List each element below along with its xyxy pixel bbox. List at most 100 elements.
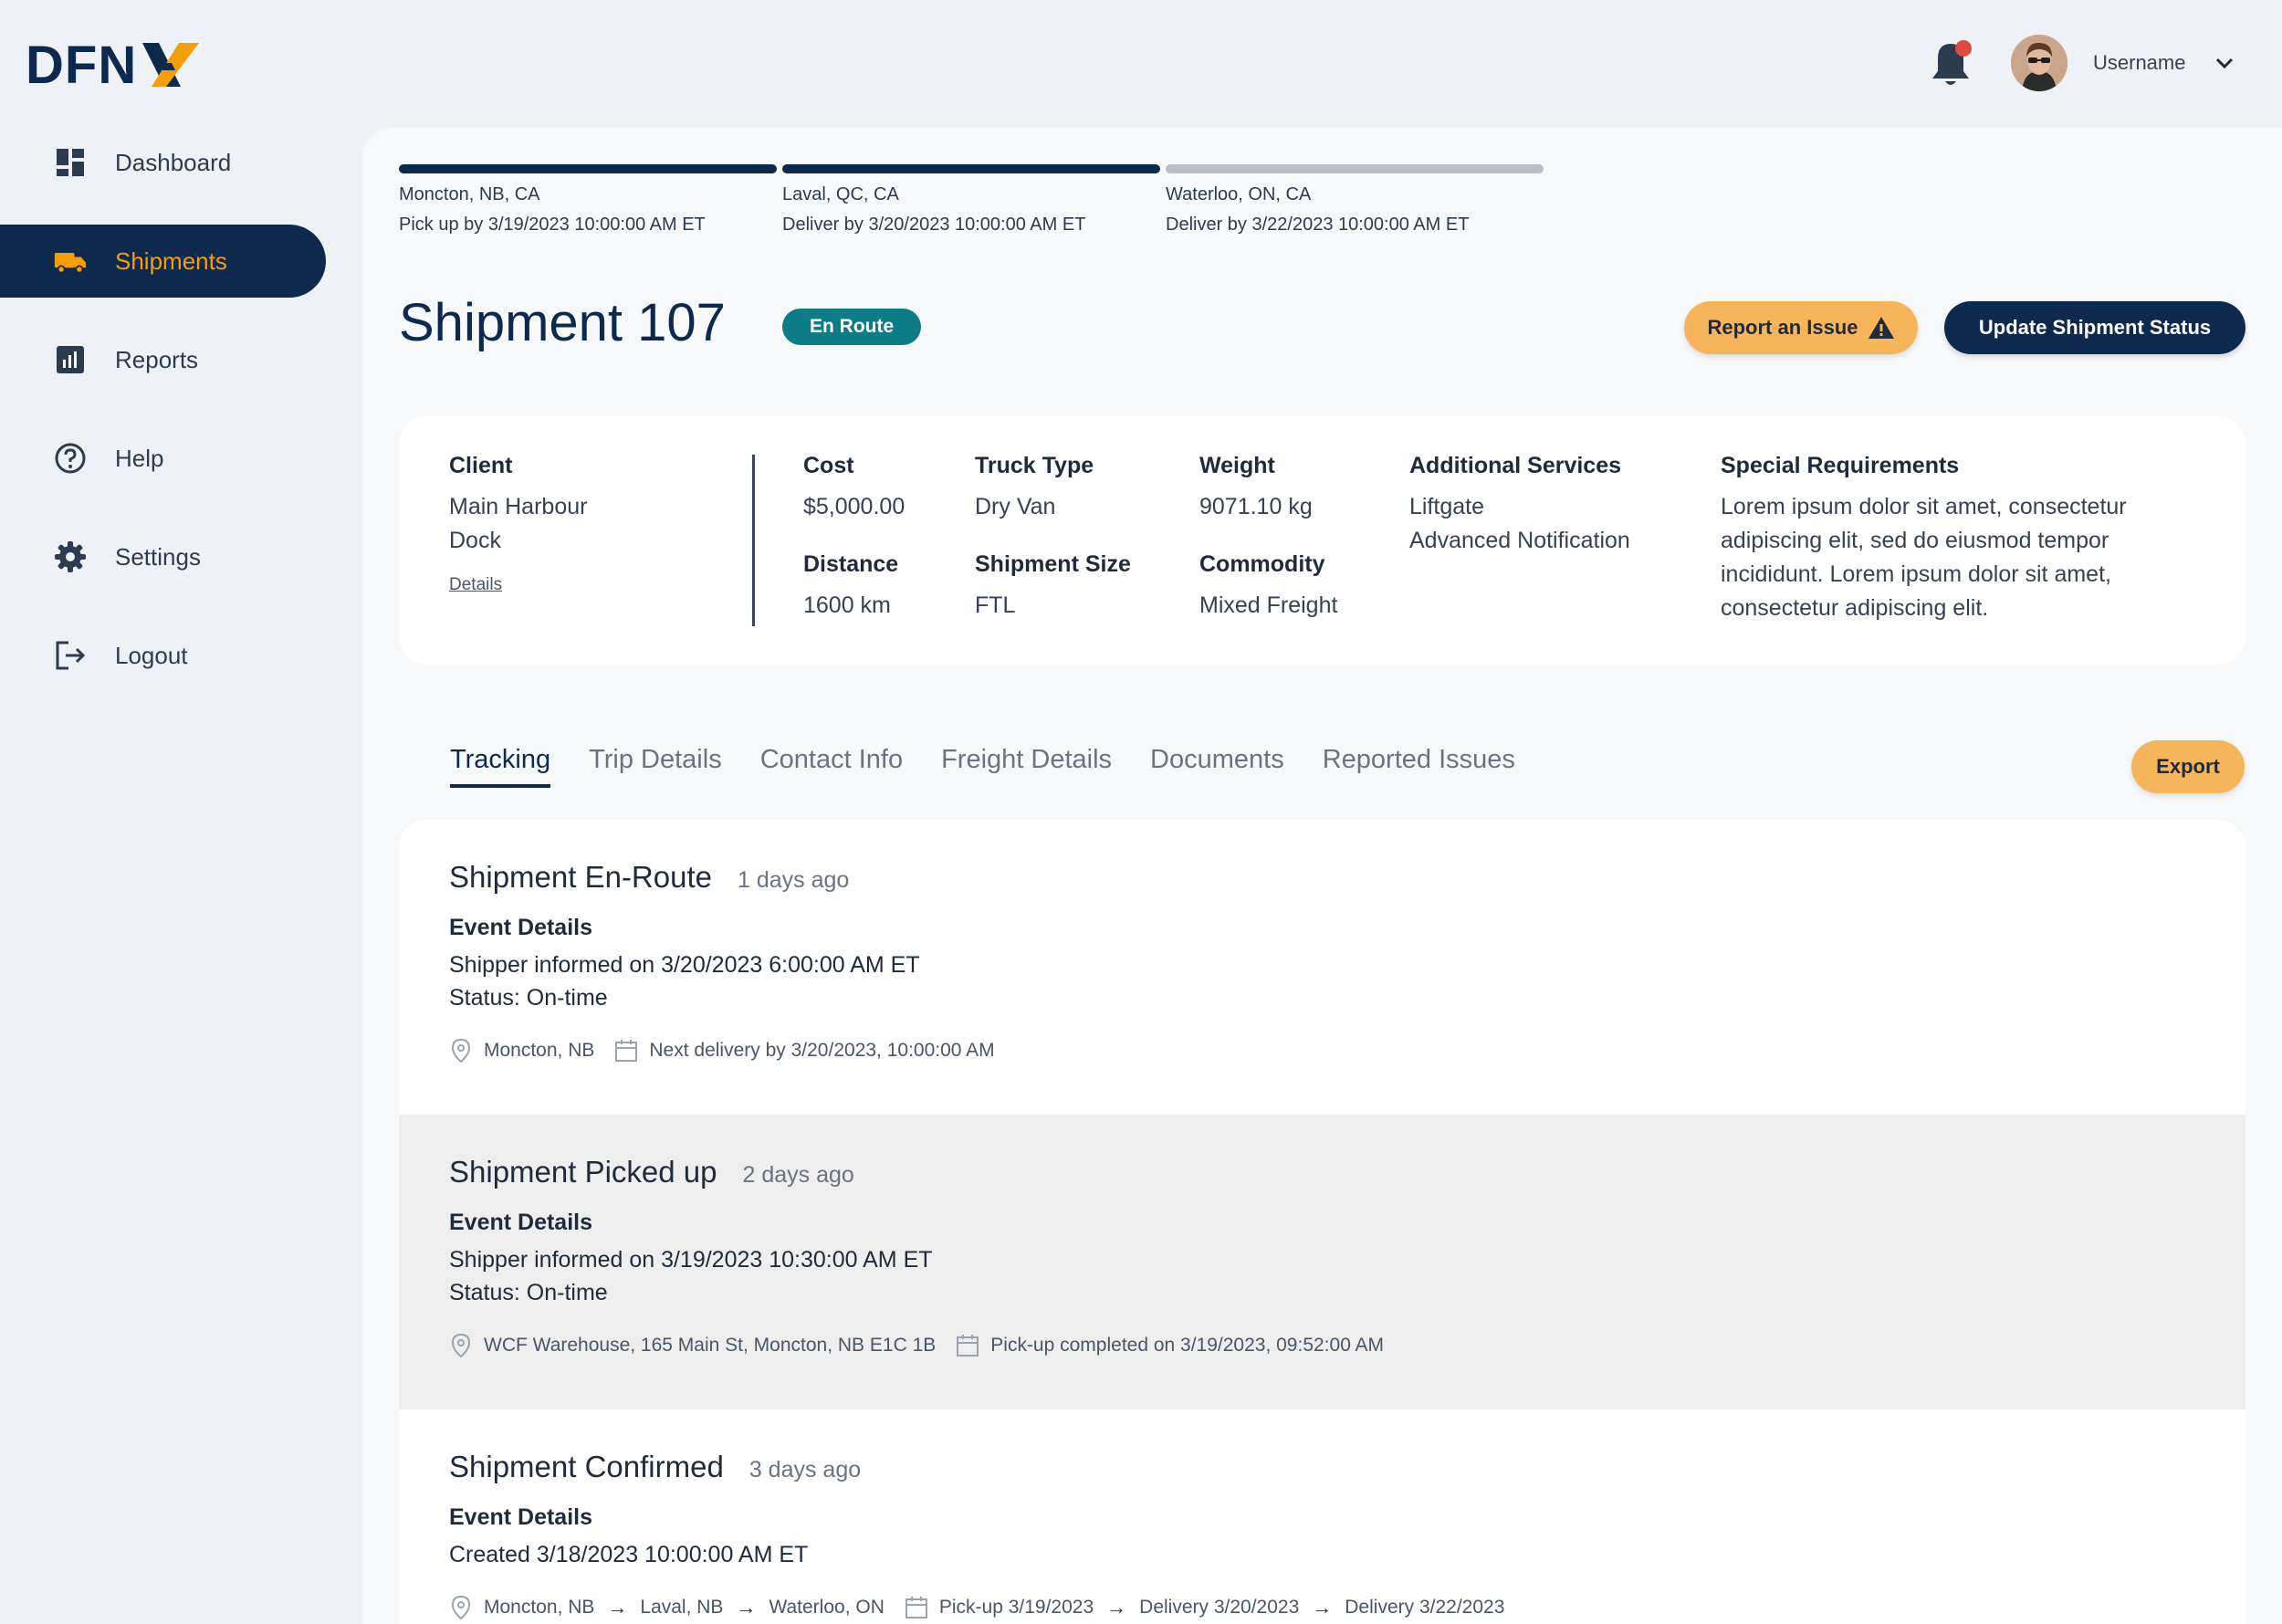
commodity-field: Commodity Mixed Freight [1199, 551, 1337, 623]
help-icon [53, 441, 88, 476]
client-details-link[interactable]: Details [449, 575, 502, 595]
event-line: Created 3/18/2023 10:00:00 AM ET [449, 1542, 809, 1567]
logo-text: DFN [26, 35, 138, 95]
client-value: Main Harbour Dock [449, 490, 587, 558]
update-status-button[interactable]: Update Shipment Status [1944, 301, 2245, 354]
event-meta: WCF Warehouse, 165 Main St, Moncton, NB … [449, 1333, 2195, 1358]
route-stop: Laval, NB [640, 1597, 724, 1618]
sidebar-item-label: Dashboard [115, 148, 232, 176]
main-panel: Moncton, NB, CA Pick up by 3/19/2023 10:… [362, 128, 2282, 1624]
brand-logo[interactable]: DFN [26, 33, 204, 97]
distance-value: 1600 km [803, 592, 891, 618]
report-issue-label: Report an Issue [1707, 316, 1858, 339]
sidebar-item-shipments[interactable]: Shipments [0, 225, 326, 298]
cost-value: $5,000.00 [803, 494, 905, 519]
sidebar-nav: Dashboard Shipments Reports Help Setting… [0, 126, 326, 718]
additional-service-item: Liftgate [1409, 494, 1485, 519]
commodity-value: Mixed Freight [1199, 592, 1338, 618]
cost-label: Cost [803, 453, 854, 478]
tab-reported-issues[interactable]: Reported Issues [1323, 745, 1515, 788]
tab-trip-details[interactable]: Trip Details [589, 745, 722, 788]
tracking-event[interactable]: Shipment Picked up 2 days ago Event Deta… [399, 1115, 2245, 1409]
additional-services-field: Additional Services Liftgate Advanced No… [1409, 453, 1630, 558]
truck-type-field: Truck Type Dry Van [975, 453, 1094, 524]
schedule-item: Pick-up 3/19/2023 [938, 1597, 1094, 1618]
route-stop: Moncton, NB [484, 1597, 595, 1618]
summary-divider [752, 455, 755, 626]
truck-type-label: Truck Type [975, 453, 1094, 478]
event-time-ago: 3 days ago [748, 1457, 862, 1483]
status-badge: En Route [782, 309, 922, 345]
additional-services-value: Liftgate Advanced Notification [1409, 490, 1630, 558]
event-date-note: Pick-up completed on 3/19/2023, 09:52:00… [990, 1335, 1385, 1356]
event-line: Status: On-time [449, 1280, 608, 1305]
shipment-summary-card: Client Main Harbour Dock Details Cost $5… [399, 416, 2245, 665]
distance-field: Distance 1600 km [803, 551, 898, 623]
chevron-down-icon[interactable] [2213, 51, 2236, 75]
dashboard-icon [53, 145, 88, 180]
event-title: Shipment Confirmed [449, 1450, 724, 1483]
route-leg-location: Moncton, NB, CA [399, 184, 540, 204]
logo-x-mark [139, 36, 204, 94]
report-issue-button[interactable]: Report an Issue [1684, 301, 1918, 354]
tracking-event[interactable]: Shipment En-Route 1 days ago Event Detai… [399, 820, 2245, 1115]
warning-icon [1868, 317, 1894, 339]
special-requirements-label: Special Requirements [1721, 453, 1960, 478]
route-leg: Moncton, NB, CA Pick up by 3/19/2023 10:… [399, 164, 777, 236]
schedule-item: Delivery 3/20/2023 [1139, 1597, 1300, 1618]
notifications-button[interactable] [1928, 38, 1973, 89]
detail-tabs: Tracking Trip Details Contact Info Freig… [450, 745, 1515, 788]
special-requirements-line: adipiscing elit, sed do eiusmod tempor [1721, 528, 2109, 553]
sidebar-item-settings[interactable]: Settings [0, 520, 326, 593]
special-requirements-line: incididunt. Lorem ipsum dolor sit amet, [1721, 561, 2111, 587]
sidebar-item-reports[interactable]: Reports [0, 323, 326, 396]
calendar-icon [956, 1333, 979, 1358]
truck-type-value: Dry Van [975, 494, 1056, 519]
event-date-note: Next delivery by 3/20/2023, 10:00:00 AM [649, 1040, 995, 1061]
username[interactable]: Username [2093, 51, 2185, 75]
special-requirements-value: Lorem ipsum dolor sit amet, consectetur … [1721, 490, 2214, 625]
route-stop: Waterloo, ON [769, 1597, 885, 1618]
shipment-size-label: Shipment Size [975, 551, 1131, 577]
route-leg-bar [399, 164, 777, 173]
notification-dot [1955, 40, 1972, 57]
sidebar-item-help[interactable]: Help [0, 422, 326, 495]
avatar[interactable] [2011, 35, 2067, 91]
tab-tracking[interactable]: Tracking [450, 745, 551, 788]
distance-label: Distance [803, 551, 899, 577]
tab-contact-info[interactable]: Contact Info [760, 745, 903, 788]
additional-service-item: Advanced Notification [1409, 528, 1630, 553]
event-time-ago: 1 days ago [738, 867, 850, 893]
event-details-label: Event Details [449, 915, 593, 940]
sidebar-item-logout[interactable]: Logout [0, 619, 326, 692]
sidebar-item-label: Help [115, 444, 164, 472]
event-location: Moncton, NB [484, 1040, 595, 1061]
tracking-event[interactable]: Shipment Confirmed 3 days ago Event Deta… [399, 1409, 2245, 1624]
route-leg-date: Deliver by 3/20/2023 10:00:00 AM ET [782, 215, 1086, 235]
sidebar-item-label: Settings [115, 542, 201, 571]
route-leg-date: Pick up by 3/19/2023 10:00:00 AM ET [399, 215, 706, 235]
client-field: Client Main Harbour Dock [449, 453, 587, 558]
event-line: Status: On-time [449, 985, 608, 1011]
sidebar-item-dashboard[interactable]: Dashboard [0, 126, 326, 199]
arrow-right-icon: → [1106, 1596, 1127, 1619]
event-line: Shipper informed on 3/20/2023 6:00:00 AM… [449, 952, 920, 978]
event-details-label: Event Details [449, 1210, 593, 1235]
route-leg: Laval, QC, CA Deliver by 3/20/2023 10:00… [782, 164, 1160, 236]
gear-icon [53, 540, 88, 574]
route-progress: Moncton, NB, CA Pick up by 3/19/2023 10:… [399, 164, 1544, 236]
tracking-events: Shipment En-Route 1 days ago Event Detai… [399, 820, 2245, 1624]
additional-services-label: Additional Services [1409, 453, 1622, 478]
arrow-right-icon: → [607, 1596, 628, 1619]
page-title: Shipment 107 [399, 293, 726, 352]
tab-freight-details[interactable]: Freight Details [941, 745, 1112, 788]
shipment-size-value: FTL [975, 592, 1016, 618]
route-leg-date: Deliver by 3/22/2023 10:00:00 AM ET [1166, 215, 1470, 235]
sidebar-item-label: Shipments [115, 246, 227, 275]
logout-icon [53, 638, 88, 673]
sidebar-item-label: Reports [115, 345, 199, 373]
tab-documents[interactable]: Documents [1150, 745, 1284, 788]
arrow-right-icon: → [736, 1596, 757, 1619]
export-button[interactable]: Export [2131, 740, 2245, 793]
event-title: Shipment Picked up [449, 1155, 717, 1189]
